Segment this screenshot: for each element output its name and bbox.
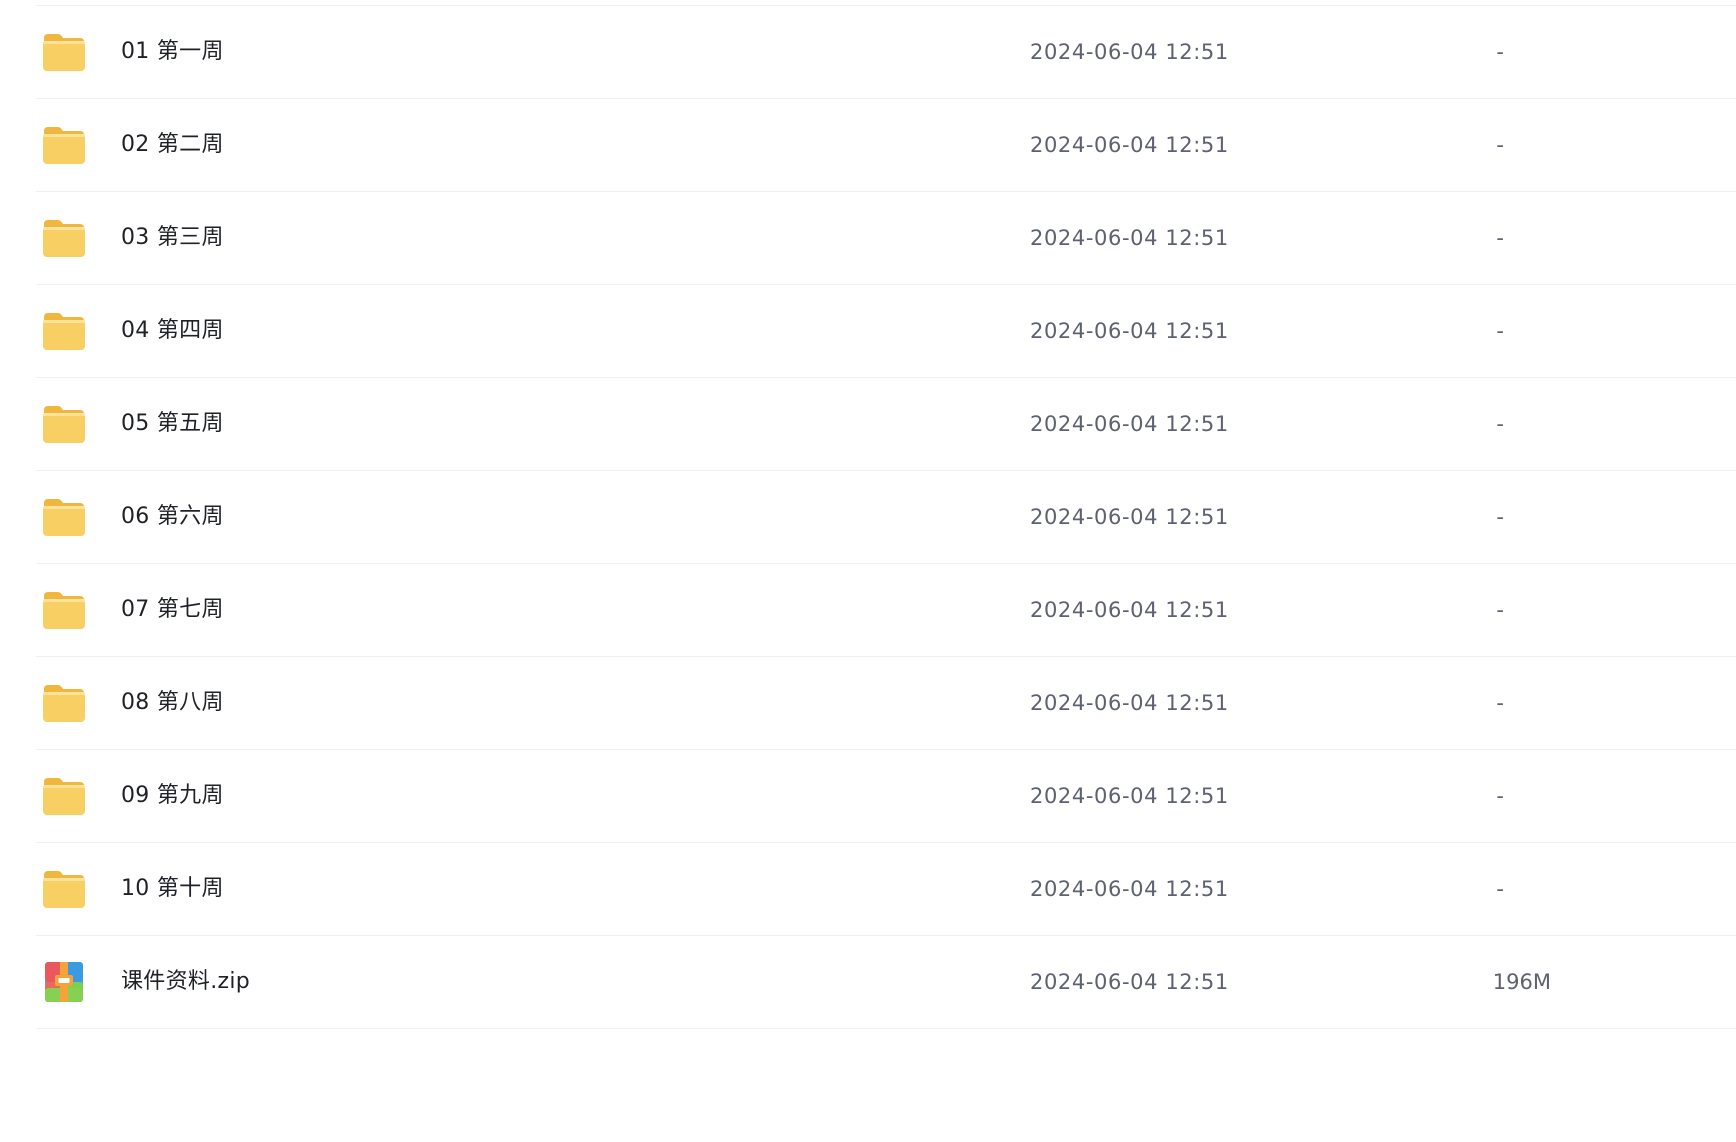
- file-name: 04 第四周: [121, 318, 224, 343]
- folder-icon: [42, 125, 86, 165]
- file-size: -: [1496, 505, 1504, 529]
- folder-icon: [42, 683, 86, 723]
- modified-date: 2024-06-04 12:51: [1030, 412, 1229, 436]
- folder-icon: [42, 869, 86, 909]
- zip-archive-icon: [42, 962, 86, 1002]
- file-row-folder-01[interactable]: 01 第一周 2024-06-04 12:51 -: [36, 6, 1736, 99]
- file-row-folder-02[interactable]: 02 第二周 2024-06-04 12:51 -: [36, 99, 1736, 192]
- folder-icon: [42, 218, 86, 258]
- modified-date: 2024-06-04 12:51: [1030, 505, 1229, 529]
- file-name: 08 第八周: [121, 690, 224, 715]
- file-size: -: [1496, 877, 1504, 901]
- file-name: 06 第六周: [121, 504, 224, 529]
- file-name: 课件资料.zip: [121, 969, 251, 994]
- folder-icon: [42, 311, 86, 351]
- file-row-folder-07[interactable]: 07 第七周 2024-06-04 12:51 -: [36, 564, 1736, 657]
- folder-icon: [42, 497, 86, 537]
- file-row-folder-09[interactable]: 09 第九周 2024-06-04 12:51 -: [36, 750, 1736, 843]
- folder-icon: [42, 32, 86, 72]
- file-row-folder-10[interactable]: 10 第十周 2024-06-04 12:51 -: [36, 843, 1736, 936]
- file-row-folder-08[interactable]: 08 第八周 2024-06-04 12:51 -: [36, 657, 1736, 750]
- file-size: -: [1496, 40, 1504, 64]
- modified-date: 2024-06-04 12:51: [1030, 598, 1229, 622]
- modified-date: 2024-06-04 12:51: [1030, 784, 1229, 808]
- modified-date: 2024-06-04 12:51: [1030, 40, 1229, 64]
- file-row-zip[interactable]: 课件资料.zip 2024-06-04 12:51 196M: [36, 936, 1736, 1029]
- modified-date: 2024-06-04 12:51: [1030, 877, 1229, 901]
- file-size: -: [1496, 133, 1504, 157]
- folder-icon: [42, 590, 86, 630]
- file-name: 02 第二周: [121, 132, 224, 157]
- file-name: 09 第九周: [121, 783, 224, 808]
- file-name: 03 第三周: [121, 225, 224, 250]
- file-row-folder-05[interactable]: 05 第五周 2024-06-04 12:51 -: [36, 378, 1736, 471]
- file-size: -: [1496, 784, 1504, 808]
- modified-date: 2024-06-04 12:51: [1030, 226, 1229, 250]
- file-name: 05 第五周: [121, 411, 224, 436]
- folder-icon: [42, 776, 86, 816]
- folder-icon: [42, 404, 86, 444]
- file-name: 07 第七周: [121, 597, 224, 622]
- file-size: -: [1496, 226, 1504, 250]
- file-size: 196M: [1492, 970, 1551, 994]
- file-name: 01 第一周: [121, 39, 224, 64]
- modified-date: 2024-06-04 12:51: [1030, 970, 1229, 994]
- modified-date: 2024-06-04 12:51: [1030, 319, 1229, 343]
- file-row-folder-03[interactable]: 03 第三周 2024-06-04 12:51 -: [36, 192, 1736, 285]
- file-row-folder-04[interactable]: 04 第四周 2024-06-04 12:51 -: [36, 285, 1736, 378]
- file-list: 01 第一周 2024-06-04 12:51 - 02 第二周 2024-06…: [36, 5, 1736, 1029]
- file-size: -: [1496, 319, 1504, 343]
- file-name: 10 第十周: [121, 876, 224, 901]
- file-size: -: [1496, 598, 1504, 622]
- modified-date: 2024-06-04 12:51: [1030, 691, 1229, 715]
- modified-date: 2024-06-04 12:51: [1030, 133, 1229, 157]
- file-size: -: [1496, 691, 1504, 715]
- file-row-folder-06[interactable]: 06 第六周 2024-06-04 12:51 -: [36, 471, 1736, 564]
- file-size: -: [1496, 412, 1504, 436]
